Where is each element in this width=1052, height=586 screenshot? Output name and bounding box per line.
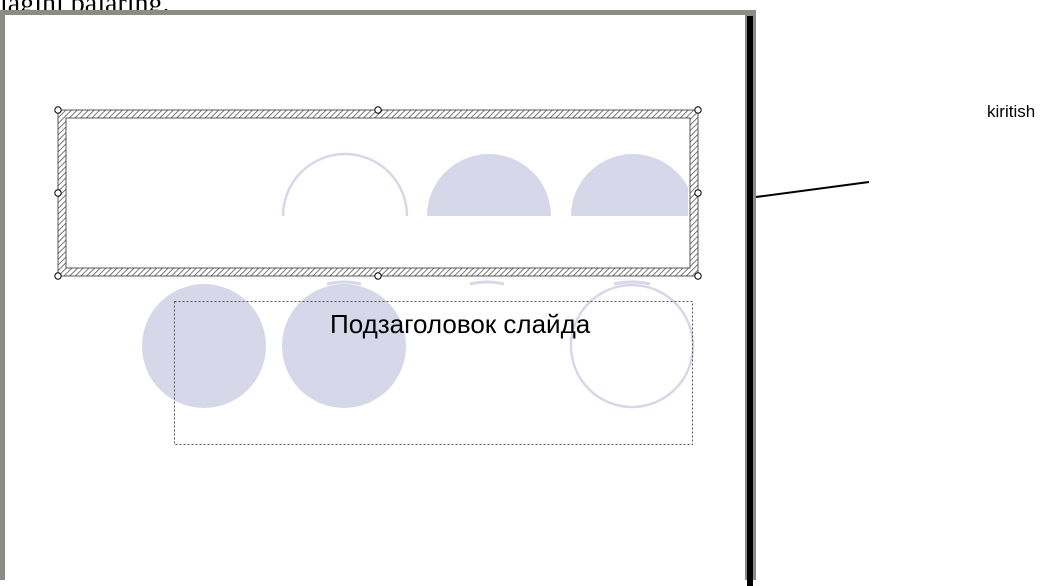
resize-handle-top-right[interactable]	[694, 106, 702, 114]
filled-circle-bottom-middle	[282, 284, 406, 408]
filled-circle-top-middle	[427, 154, 551, 216]
resize-handle-bottom-left[interactable]	[54, 272, 62, 280]
resize-handle-bottom-right[interactable]	[694, 272, 702, 280]
annotation-label: kiritish	[987, 102, 1036, 121]
slide-artwork	[54, 106, 870, 445]
resize-handle-middle-right[interactable]	[694, 189, 702, 197]
resize-handle-top-center[interactable]	[374, 106, 382, 114]
decorative-circles	[142, 152, 695, 409]
filled-circle-top-right	[571, 154, 688, 216]
resize-handle-bottom-center[interactable]	[374, 272, 382, 280]
callout-line	[755, 181, 870, 198]
resize-handle-middle-left[interactable]	[54, 189, 62, 197]
outline-circle-top-left	[281, 152, 409, 216]
resize-handle-top-left[interactable]	[54, 106, 62, 114]
filled-circle-bottom-left	[142, 284, 266, 408]
outline-circle-bottom-right	[569, 283, 695, 409]
subtitle-placeholder-text[interactable]: Подзаголовок слайда	[330, 309, 590, 340]
